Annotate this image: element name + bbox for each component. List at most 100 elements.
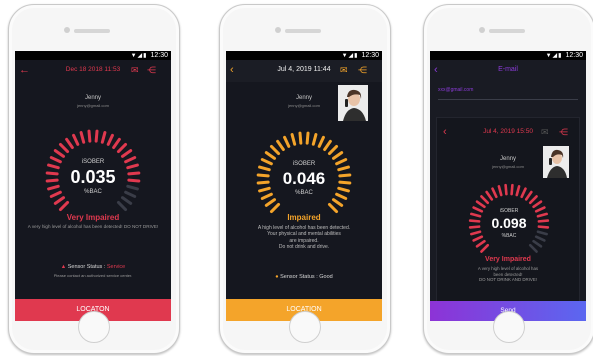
gauge-tick: [485, 190, 494, 201]
gauge-tick: [112, 137, 121, 150]
to-email-value: xxx@gmail.com: [438, 87, 474, 93]
gauge-tick: [283, 135, 291, 148]
sensor-status-text: Sensor Status : Good: [280, 274, 333, 280]
gauge-tick: [327, 144, 339, 156]
gauge-tick: [480, 243, 490, 253]
bac-gauge: iSOBER 0.035 %BAC: [41, 125, 145, 225]
screen-2: ▼◢▮ 12:30 ‹ Jul 4, 2019 11:44 ✉ ⋲ Jenny j…: [226, 51, 382, 321]
user-photo-image: [543, 146, 569, 178]
gauge-tick: [53, 149, 66, 158]
user-name: Jenny: [84, 95, 101, 101]
gauge-tick: [100, 131, 107, 144]
gauge-tick: [528, 195, 538, 205]
impairment-level: Very Impaired: [485, 256, 531, 263]
gauge-tick: [520, 187, 527, 199]
impairment-level: Very Impaired: [66, 213, 120, 222]
signal-wifi-battery-icon: ▼◢▮: [341, 53, 359, 59]
preview-app-bar: ‹ Jul 4, 2019 15:50 ✉ ⋲: [437, 122, 579, 144]
share-icon: ⋲: [559, 127, 568, 137]
bac-value: 0.098: [491, 215, 527, 231]
sensor-value: Service: [106, 264, 126, 270]
bac-value: 0.035: [70, 167, 116, 187]
gauge-tick: [331, 151, 344, 160]
gauge-tick: [528, 243, 538, 253]
gauge-brand: iSOBER: [81, 159, 105, 165]
gauge-tick: [94, 129, 99, 143]
warning-line: DO NOT DRINK AND DRIVE!: [479, 277, 537, 283]
home-button[interactable]: [78, 311, 110, 343]
gauge-tick: [532, 200, 543, 209]
gauge-tick: [491, 187, 498, 199]
mail-icon[interactable]: ✉: [131, 64, 139, 76]
user-email: jenny@gmail.com: [77, 103, 109, 108]
sensor-status: ▲ Sensor Status : Service: [15, 264, 171, 270]
gauge-tick: [116, 200, 128, 212]
home-button[interactable]: [493, 311, 525, 343]
share-icon[interactable]: ⋲: [147, 64, 156, 76]
home-button[interactable]: [289, 311, 321, 343]
phone-3: ▼◢▮ 12:30 ‹ E-mail xxx@gmail.com ‹ Jul 4,…: [423, 4, 593, 354]
user-photo-image: [338, 85, 368, 121]
status-bar: ▼◢▮ 12:30: [15, 51, 171, 60]
bac-gauge: iSOBER 0.046 %BAC: [252, 127, 356, 227]
bac-gauge: iSOBER 0.098 %BAC: [465, 180, 553, 266]
impairment-level: Impaired: [287, 213, 321, 222]
gauge-tick: [106, 133, 114, 146]
gauge-tick: [65, 137, 74, 150]
phone-2: ▼◢▮ 12:30 ‹ Jul 4, 2019 11:44 ✉ ⋲ Jenny j…: [219, 4, 391, 354]
status-time: 12:30: [565, 52, 583, 59]
mail-icon[interactable]: ✉: [340, 64, 348, 76]
gauge-tick: [120, 196, 133, 205]
gauge-tick: [264, 151, 277, 160]
gauge-tick: [515, 185, 521, 197]
gauge-tick: [497, 185, 503, 197]
email-app-bar: ‹ E-mail: [430, 60, 586, 82]
gauge-tick: [269, 144, 281, 156]
bac-unit: %BAC: [295, 190, 313, 196]
gauge-brand: iSOBER: [292, 161, 316, 167]
gauge-tick: [290, 133, 297, 146]
user-info: Jenny jenny@gmail.com: [15, 95, 171, 108]
gauge-tick: [72, 133, 80, 146]
bac-value: 0.046: [282, 169, 326, 188]
sensor-label: Sensor Status :: [67, 264, 106, 270]
status-bar: ▼◢▮ 12:30: [226, 51, 382, 60]
phone-1: ▼◢▮ 12:30 ← Dec 18 2018 11:53 ✉ ⋲ Jenny j…: [8, 4, 180, 354]
speaker-grille: [285, 29, 321, 33]
result-date: Jul 4, 2019 15:50: [483, 128, 533, 135]
gauge-tick: [58, 142, 70, 154]
gauge-tick: [87, 129, 92, 143]
gauge-tick: [524, 190, 533, 201]
gauge-tick: [298, 131, 303, 145]
gauge-tick: [475, 239, 486, 248]
app-bar: ← Dec 18 2018 11:53 ✉ ⋲: [15, 60, 171, 82]
gauge-tick: [305, 131, 310, 145]
warning-message: A very high level of alcohol has been de…: [445, 266, 571, 283]
gauge-tick: [58, 200, 70, 212]
email-preview-card: ‹ Jul 4, 2019 15:50 ✉ ⋲ Jenny jenny@gmai…: [436, 117, 580, 303]
gauge-tick: [532, 239, 543, 248]
gauge-tick: [323, 139, 332, 152]
signal-wifi-battery-icon: ▼◢▮: [130, 53, 148, 59]
to-email-field[interactable]: xxx@gmail.com: [438, 87, 578, 100]
speaker-grille: [74, 29, 110, 33]
gauge-tick: [327, 202, 339, 214]
warning-line: Do not drink and drive.: [278, 243, 330, 250]
front-camera: [275, 27, 281, 33]
gauge-tick: [269, 202, 281, 214]
gauge-tick: [475, 200, 486, 209]
warning-message: A high level of alcohol has been detecte…: [234, 225, 374, 250]
gauge-tick: [276, 139, 285, 152]
gauge-tick: [480, 195, 490, 205]
app-bar: ‹ Jul 4, 2019 11:44 ✉ ⋲: [226, 60, 382, 82]
warning-icon: ▲: [60, 264, 67, 270]
status-bar: ▼◢▮ 12:30: [430, 51, 586, 60]
gauge-tick: [317, 135, 325, 148]
share-icon[interactable]: ⋲: [358, 64, 367, 76]
status-time: 12:30: [150, 52, 168, 59]
screen-1: ▼◢▮ 12:30 ← Dec 18 2018 11:53 ✉ ⋲ Jenny j…: [15, 51, 171, 321]
gauge-tick: [504, 183, 508, 196]
screen-3: ▼◢▮ 12:30 ‹ E-mail xxx@gmail.com ‹ Jul 4,…: [430, 51, 586, 321]
signal-wifi-battery-icon: ▼◢▮: [545, 53, 563, 59]
gauge-tick: [264, 198, 277, 207]
